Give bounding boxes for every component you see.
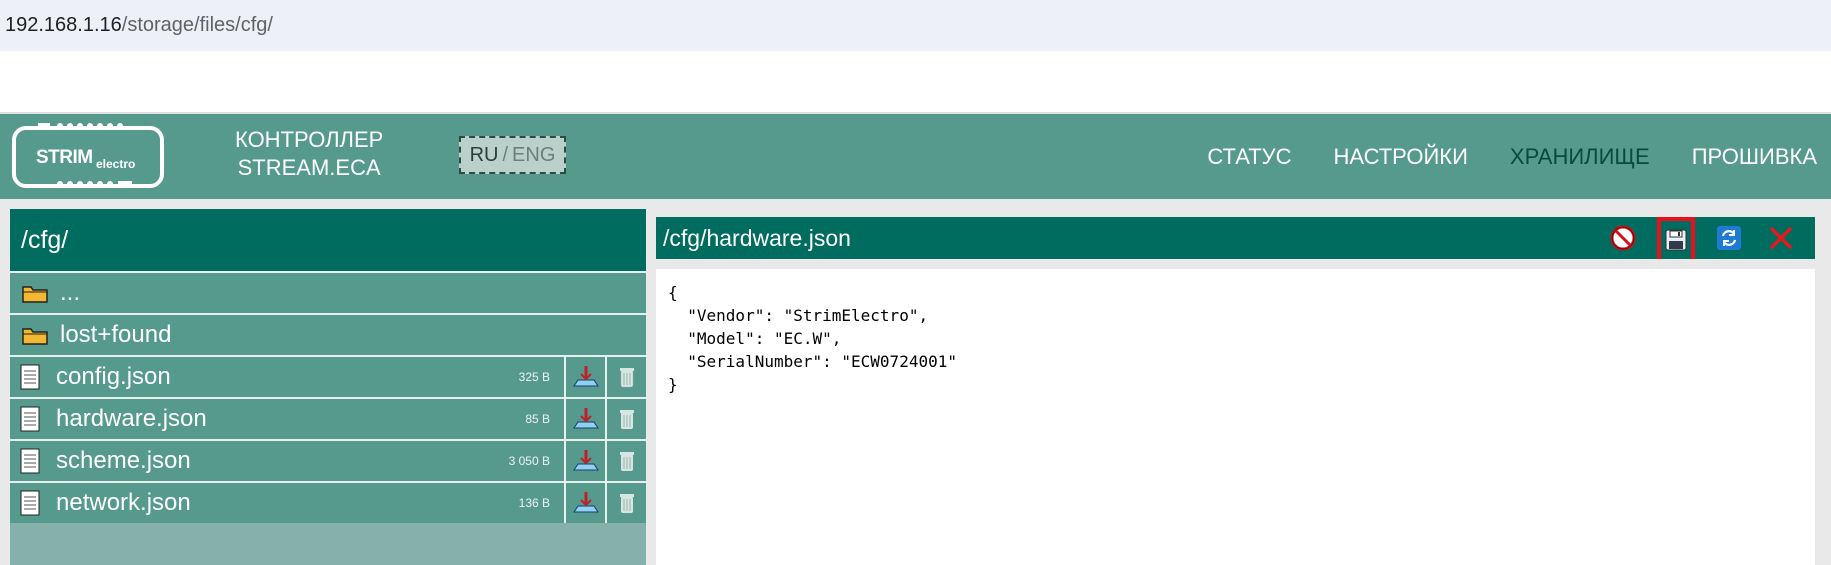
main-area: /cfg/ ... lost+found config.json 325 B h… — [0, 199, 1831, 565]
editor-file-path: /cfg/hardware.json — [663, 224, 851, 251]
url-text[interactable]: 192.168.1.16/storage/files/cfg/ — [5, 14, 273, 37]
close-icon[interactable] — [1763, 219, 1799, 257]
trash-icon[interactable] — [605, 441, 646, 481]
file-row-scheme[interactable]: scheme.json 3 050 B — [10, 439, 646, 481]
lang-eng[interactable]: ENG — [512, 144, 555, 167]
download-icon[interactable] — [564, 441, 605, 481]
nav-settings[interactable]: НАСТРОЙКИ — [1334, 144, 1468, 170]
trash-icon[interactable] — [605, 357, 646, 397]
logo-subtext: electro — [96, 157, 136, 171]
editor-textarea[interactable]: { "Vendor": "StrimElectro", "Model": "EC… — [668, 281, 957, 396]
logo-text: STRIM — [36, 147, 93, 168]
file-size: 3 050 B — [508, 454, 550, 468]
logo-plug-icon — [38, 123, 123, 129]
nav-firmware[interactable]: ПРОШИВКА — [1692, 144, 1817, 170]
reload-icon[interactable] — [1711, 219, 1747, 257]
editor-divider — [656, 259, 1815, 269]
download-icon[interactable] — [564, 483, 605, 523]
folder-row-parent[interactable]: ... — [10, 271, 646, 313]
product-line-2: STREAM.ECA — [237, 155, 381, 180]
trash-icon[interactable] — [605, 399, 646, 439]
file-size: 136 B — [518, 496, 550, 510]
main-nav: СТАТУС НАСТРОЙКИ ХРАНИЛИЩЕ ПРОШИВКА — [1207, 144, 1817, 170]
current-path: /cfg/ — [10, 209, 646, 271]
editor-tools — [1605, 217, 1815, 263]
file-name[interactable]: scheme.json — [50, 447, 504, 475]
file-icon — [10, 448, 50, 474]
file-name[interactable]: config.json — [50, 363, 504, 391]
folder-row-lost-found[interactable]: lost+found — [10, 313, 646, 355]
lang-ru[interactable]: RU — [470, 144, 499, 167]
url-host: 192.168.1.16 — [5, 14, 122, 36]
language-switch[interactable]: RU / ENG — [459, 136, 566, 174]
file-icon — [10, 364, 50, 390]
file-name[interactable]: network.json — [50, 489, 504, 517]
editor-toolbar: /cfg/hardware.json — [656, 217, 1815, 263]
save-icon[interactable] — [1657, 217, 1695, 263]
product-name: КОНТРОЛЛЕР STREAM.ECA — [235, 126, 383, 182]
app-header: STRIM electro КОНТРОЛЛЕР STREAM.ECA RU /… — [0, 112, 1831, 199]
file-browser: /cfg/ ... lost+found config.json 325 B h… — [10, 209, 646, 565]
download-icon[interactable] — [564, 399, 605, 439]
file-size: 85 B — [525, 412, 550, 426]
url-path: /storage/files/cfg/ — [121, 14, 273, 36]
lang-separator: / — [502, 143, 509, 166]
folder-name[interactable]: lost+found — [60, 321, 646, 349]
file-row-hardware[interactable]: hardware.json 85 B — [10, 397, 646, 439]
logo[interactable]: STRIM electro — [12, 123, 164, 188]
file-name[interactable]: hardware.json — [50, 405, 504, 433]
file-row-config[interactable]: config.json 325 B — [10, 355, 646, 397]
logo-wire-icon — [57, 181, 132, 187]
nav-status[interactable]: СТАТУС — [1207, 144, 1291, 170]
file-icon — [10, 490, 50, 516]
folder-name[interactable]: ... — [60, 279, 646, 307]
cancel-icon[interactable] — [1605, 219, 1641, 257]
trash-icon[interactable] — [605, 483, 646, 523]
nav-storage[interactable]: ХРАНИЛИЩЕ — [1510, 144, 1650, 170]
file-row-network[interactable]: network.json 136 B — [10, 481, 646, 523]
folder-icon — [10, 324, 60, 346]
file-size: 325 B — [518, 370, 550, 384]
file-icon — [10, 406, 50, 432]
address-bar[interactable]: 192.168.1.16/storage/files/cfg/ — [0, 0, 1831, 51]
file-editor: /cfg/hardware.json { "Vendor": "StrimEle… — [656, 217, 1815, 565]
folder-icon — [10, 282, 60, 304]
product-line-1: КОНТРОЛЛЕР — [235, 127, 384, 152]
download-icon[interactable] — [564, 357, 605, 397]
